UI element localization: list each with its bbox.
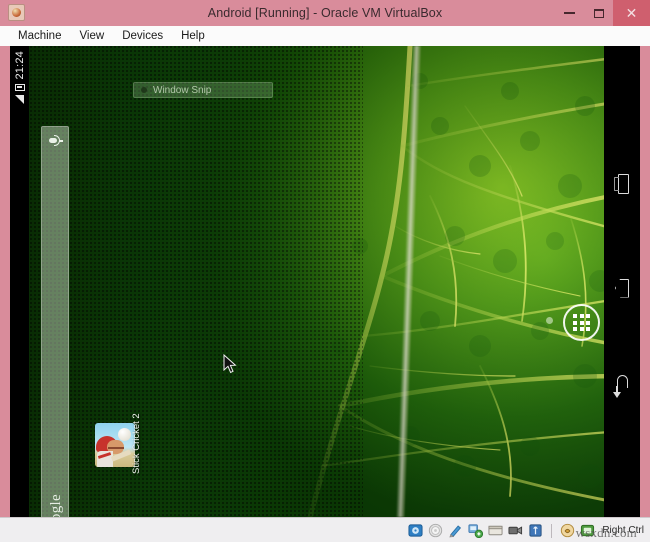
network-icon[interactable] bbox=[468, 523, 483, 538]
app-icon-label: Stick Cricket 2 bbox=[131, 422, 145, 474]
snip-record-icon bbox=[141, 87, 147, 93]
recent-apps-icon bbox=[614, 174, 631, 195]
floppy-disk-icon[interactable] bbox=[448, 523, 463, 538]
title-bar: Android [Running] - Oracle VM VirtualBox… bbox=[0, 0, 650, 26]
app-drawer-button[interactable] bbox=[563, 304, 600, 341]
back-icon bbox=[614, 375, 630, 397]
menu-help[interactable]: Help bbox=[172, 28, 214, 44]
minimize-button[interactable] bbox=[555, 0, 584, 26]
android-nav-bar bbox=[604, 46, 640, 517]
window-frame-left bbox=[0, 46, 10, 517]
window-frame-right bbox=[640, 46, 650, 517]
menu-view[interactable]: View bbox=[70, 28, 113, 44]
close-icon: ✕ bbox=[626, 6, 638, 20]
menu-bar: Machine View Devices Help bbox=[0, 26, 650, 46]
hard-disk-icon[interactable] bbox=[408, 523, 423, 538]
menu-machine[interactable]: Machine bbox=[9, 28, 70, 44]
apps-grid-icon bbox=[573, 314, 590, 331]
status-clock: 21:24 bbox=[14, 51, 26, 80]
usb-icon[interactable] bbox=[528, 523, 543, 538]
vm-display[interactable]: Window Snip 21:24 Google bbox=[10, 46, 640, 517]
site-watermark: wsxdn.com bbox=[576, 525, 637, 541]
nav-back-button[interactable] bbox=[604, 364, 640, 408]
vbox-status-bar: Right Ctrl wsxdn.com bbox=[0, 517, 650, 542]
maximize-button[interactable] bbox=[584, 0, 613, 26]
menu-devices[interactable]: Devices bbox=[113, 28, 172, 44]
nav-recents-button[interactable] bbox=[604, 162, 640, 206]
nav-home-button[interactable] bbox=[604, 266, 640, 310]
signal-icon bbox=[15, 95, 24, 104]
home-icon bbox=[615, 279, 629, 298]
minimize-icon bbox=[564, 12, 575, 14]
home-page-indicator bbox=[546, 317, 553, 324]
window-snip-overlay[interactable]: Window Snip bbox=[133, 82, 273, 98]
microphone-icon[interactable] bbox=[49, 134, 63, 148]
app-icon-stick-cricket-2[interactable]: Stick Cricket 2 bbox=[84, 423, 148, 475]
close-button[interactable]: ✕ bbox=[613, 0, 650, 26]
battery-icon bbox=[15, 84, 25, 91]
optical-disk-icon[interactable] bbox=[428, 523, 443, 538]
video-capture-icon[interactable] bbox=[508, 523, 523, 538]
window-snip-label: Window Snip bbox=[153, 85, 211, 96]
status-separator bbox=[551, 524, 552, 538]
google-search-widget[interactable]: Google bbox=[41, 126, 69, 517]
virtualbox-window: Android [Running] - Oracle VM VirtualBox… bbox=[0, 0, 650, 542]
mouse-cursor bbox=[223, 354, 237, 374]
shared-folders-icon[interactable] bbox=[488, 523, 503, 538]
window-title: Android [Running] - Oracle VM VirtualBox bbox=[0, 0, 650, 26]
google-brand-label: Google bbox=[48, 494, 65, 517]
android-status-bar: 21:24 bbox=[10, 46, 29, 517]
maximize-icon bbox=[594, 9, 604, 18]
mouse-integration-icon[interactable] bbox=[560, 523, 575, 538]
